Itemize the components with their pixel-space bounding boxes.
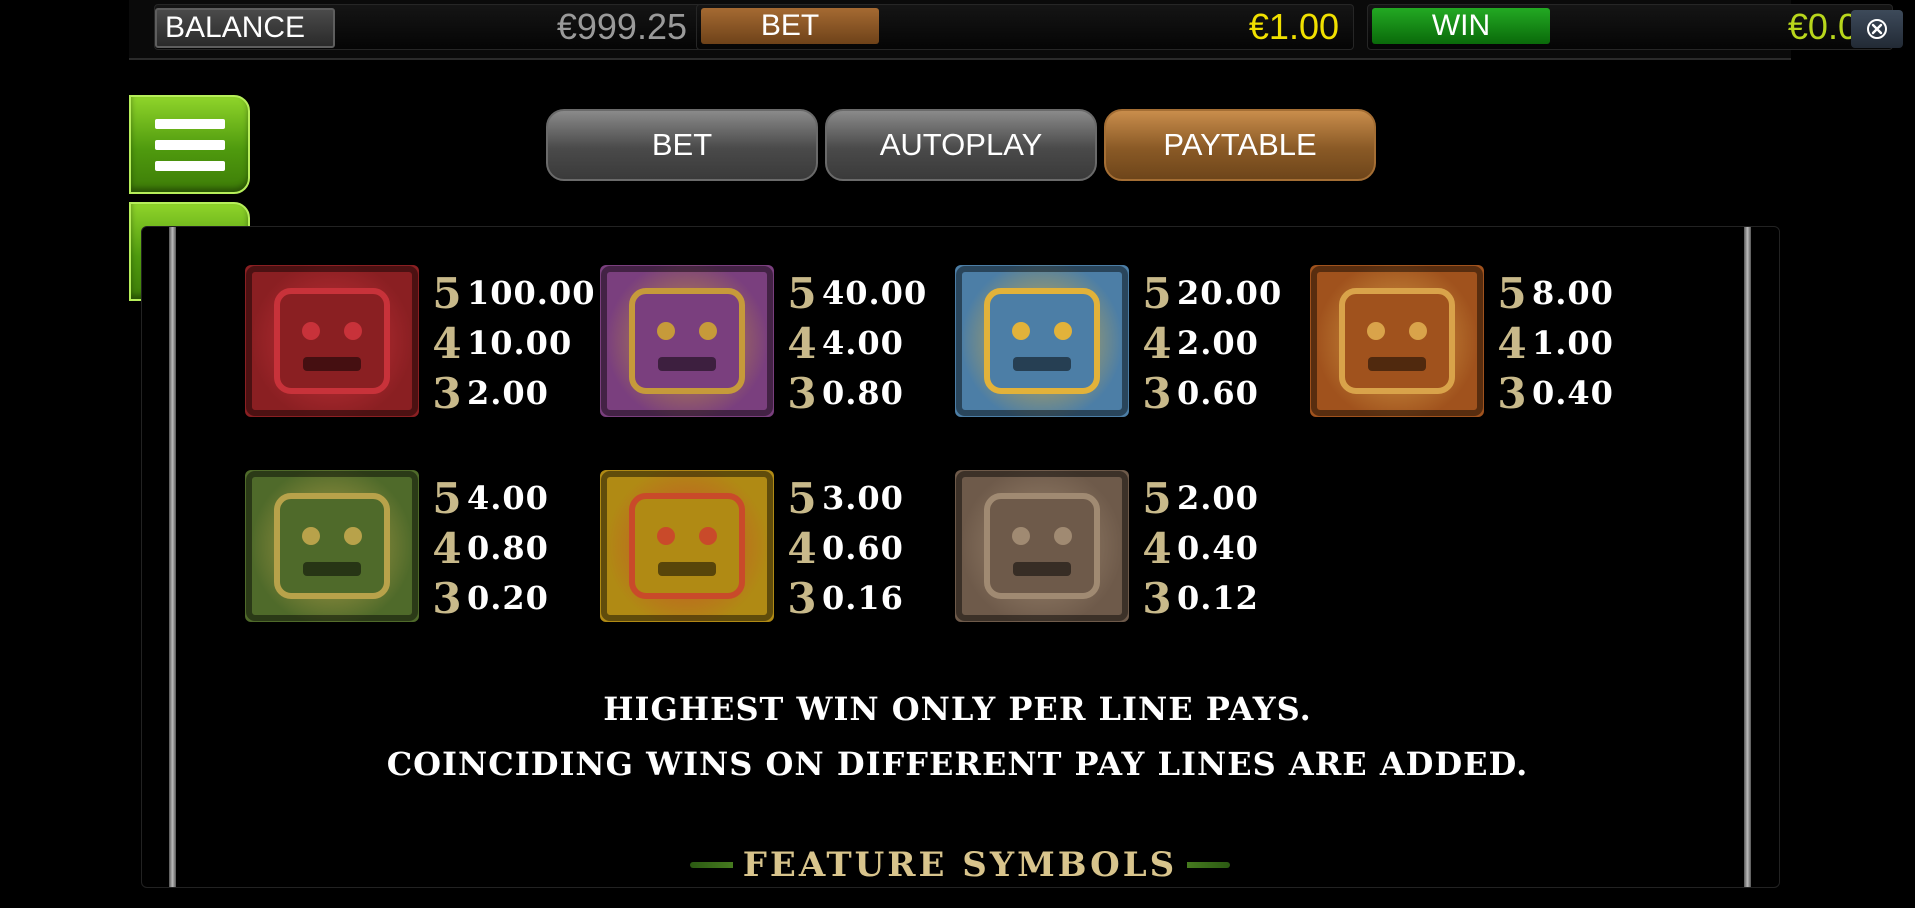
payout-row: 5 4.00	[427, 473, 549, 523]
payout-row: 4 2.00	[1137, 318, 1282, 368]
yellow-sun-face-symbol-icon	[600, 470, 774, 622]
payout-value: 2.00	[1177, 324, 1259, 362]
tab-paytable[interactable]: PAYTABLE	[1104, 109, 1376, 181]
match-count: 3	[1497, 368, 1527, 418]
payout-list: 5 8.00 4 1.00 3 0.40	[1492, 268, 1614, 418]
stone-warrior-disc-symbol-icon	[955, 470, 1129, 622]
payout-row: 3 0.40	[1492, 368, 1614, 418]
payout-list: 5 2.00 4 0.40 3 0.12	[1137, 473, 1259, 623]
match-count: 4	[1497, 318, 1527, 368]
payout-list: 5 100.00 4 10.00 3 2.00	[427, 268, 595, 418]
match-count: 5	[1142, 268, 1172, 318]
payout-row: 5 3.00	[782, 473, 904, 523]
payout-list: 5 20.00 4 2.00 3 0.60	[1137, 268, 1282, 418]
bet-display: BET €1.00	[696, 4, 1354, 50]
red-totem-mask-symbol-icon	[245, 265, 419, 417]
payout-value: 2.00	[1177, 479, 1259, 517]
payout-row: 5 100.00	[427, 268, 595, 318]
close-button[interactable]	[1851, 10, 1903, 48]
payout-value: 0.60	[1177, 374, 1259, 412]
payout-row: 3 0.80	[782, 368, 927, 418]
payout-value: 0.40	[1532, 374, 1614, 412]
payout-row: 4 1.00	[1492, 318, 1614, 368]
match-count: 5	[432, 268, 462, 318]
menu-button[interactable]	[129, 95, 250, 194]
payout-value: 10.00	[467, 324, 573, 362]
payout-row: 4 0.60	[782, 523, 904, 573]
panel-scrollbar[interactable]	[1744, 227, 1751, 887]
tab-bet[interactable]: BET	[546, 109, 818, 181]
payout-value: 0.16	[822, 579, 904, 617]
top-status-bar: BALANCE €999.25 BET €1.00 WIN €0.00	[129, 0, 1893, 60]
payout-value: 0.80	[467, 529, 549, 567]
payout-value: 0.40	[1177, 529, 1259, 567]
match-count: 5	[432, 473, 462, 523]
payout-list: 5 3.00 4 0.60 3 0.16	[782, 473, 904, 623]
orange-sun-disc-symbol-icon	[1310, 265, 1484, 417]
green-serpent-symbol-icon	[245, 470, 419, 622]
balance-display: BALANCE €999.25	[154, 4, 702, 50]
payout-row: 4 0.80	[427, 523, 549, 573]
payout-value: 0.80	[822, 374, 904, 412]
payout-value: 2.00	[467, 374, 549, 412]
payout-value: 40.00	[822, 274, 928, 312]
bet-label: BET	[701, 8, 879, 44]
tab-autoplay[interactable]: AUTOPLAY	[825, 109, 1097, 181]
payout-row: 4 4.00	[782, 318, 927, 368]
payout-row: 4 10.00	[427, 318, 595, 368]
match-count: 5	[1142, 473, 1172, 523]
match-count: 3	[787, 368, 817, 418]
payout-value: 0.60	[822, 529, 904, 567]
feature-symbols-title: FEATURE SYMBOLS	[732, 845, 1188, 885]
match-count: 5	[787, 268, 817, 318]
payout-value: 0.12	[1177, 579, 1259, 617]
match-count: 4	[787, 523, 817, 573]
rule-line-2: COINCIDING WINS ON DIFFERENT PAY LINES A…	[386, 745, 1529, 783]
match-count: 3	[787, 573, 817, 623]
payout-list: 5 4.00 4 0.80 3 0.20	[427, 473, 549, 623]
match-count: 3	[432, 573, 462, 623]
match-count: 4	[432, 523, 462, 573]
match-count: 3	[432, 368, 462, 418]
match-count: 4	[787, 318, 817, 368]
rule-line-1: HIGHEST WIN ONLY PER LINE PAYS.	[603, 690, 1312, 728]
hamburger-menu-icon	[154, 118, 225, 171]
payout-value: 20.00	[1177, 274, 1283, 312]
payout-row: 3 0.60	[1137, 368, 1282, 418]
payout-row: 3 0.20	[427, 573, 549, 623]
match-count: 3	[1142, 368, 1172, 418]
feature-symbols-heading: FEATURE SYMBOLS	[690, 840, 1230, 890]
win-display: WIN €0.00	[1367, 4, 1893, 50]
payout-value: 4.00	[467, 479, 549, 517]
payout-row: 3 2.00	[427, 368, 595, 418]
close-circle-icon	[1867, 19, 1887, 39]
payout-row: 5 2.00	[1137, 473, 1259, 523]
match-count: 4	[432, 318, 462, 368]
match-count: 5	[787, 473, 817, 523]
payout-list: 5 40.00 4 4.00 3 0.80	[782, 268, 927, 418]
payout-row: 4 0.40	[1137, 523, 1259, 573]
win-label: WIN	[1372, 8, 1550, 44]
payout-value: 8.00	[1532, 274, 1614, 312]
balance-label: BALANCE	[155, 8, 335, 48]
bet-value: €1.00	[1248, 6, 1339, 47]
payout-value: 1.00	[1532, 324, 1614, 362]
match-count: 3	[1142, 573, 1172, 623]
match-count: 5	[1497, 268, 1527, 318]
payout-row: 5 20.00	[1137, 268, 1282, 318]
match-count: 4	[1142, 318, 1172, 368]
payout-row: 3 0.16	[782, 573, 904, 623]
purple-gold-head-symbol-icon	[600, 265, 774, 417]
balance-value: €999.25	[556, 6, 687, 47]
payout-value: 100.00	[467, 274, 596, 312]
payout-row: 5 40.00	[782, 268, 927, 318]
match-count: 4	[1142, 523, 1172, 573]
blue-headdress-mask-symbol-icon	[955, 265, 1129, 417]
payout-value: 4.00	[822, 324, 904, 362]
panel-rail-left	[169, 227, 176, 887]
payout-value: 3.00	[822, 479, 904, 517]
payout-row: 3 0.12	[1137, 573, 1259, 623]
payout-value: 0.20	[467, 579, 549, 617]
payout-row: 5 8.00	[1492, 268, 1614, 318]
